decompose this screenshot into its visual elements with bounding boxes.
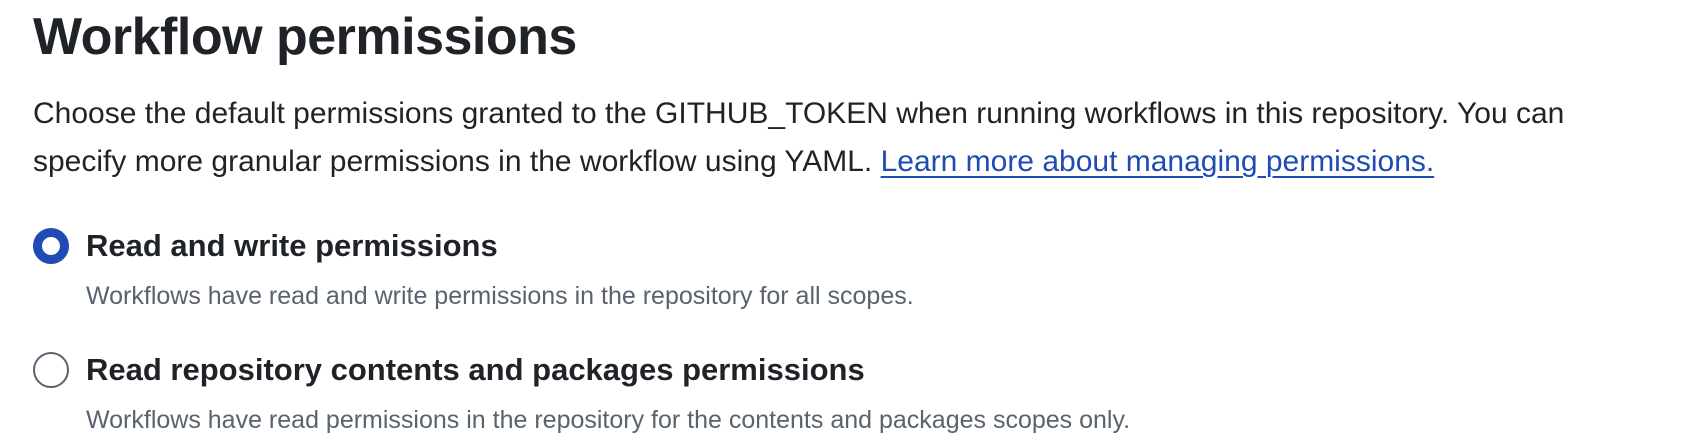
workflow-permissions-section: Workflow permissions Choose the default … <box>0 0 1704 448</box>
option-read-only-label[interactable]: Read repository contents and packages pe… <box>86 348 865 392</box>
option-read-write-description: Workflows have read and write permission… <box>86 282 914 310</box>
page-title: Workflow permissions <box>33 8 577 66</box>
radio-read-write[interactable] <box>33 228 69 264</box>
option-read-write-label[interactable]: Read and write permissions <box>86 224 498 268</box>
learn-more-link[interactable]: Learn more about managing permissions. <box>881 145 1435 178</box>
description-line-1: Choose the default permissions granted t… <box>33 97 1565 130</box>
section-description: Choose the default permissions granted t… <box>33 90 1673 186</box>
option-read-only-description: Workflows have read permissions in the r… <box>86 406 1131 434</box>
radio-read-only[interactable] <box>33 352 69 388</box>
description-line-2-text: specify more granular permissions in the… <box>33 145 881 178</box>
description-line-2: specify more granular permissions in the… <box>33 138 1673 186</box>
